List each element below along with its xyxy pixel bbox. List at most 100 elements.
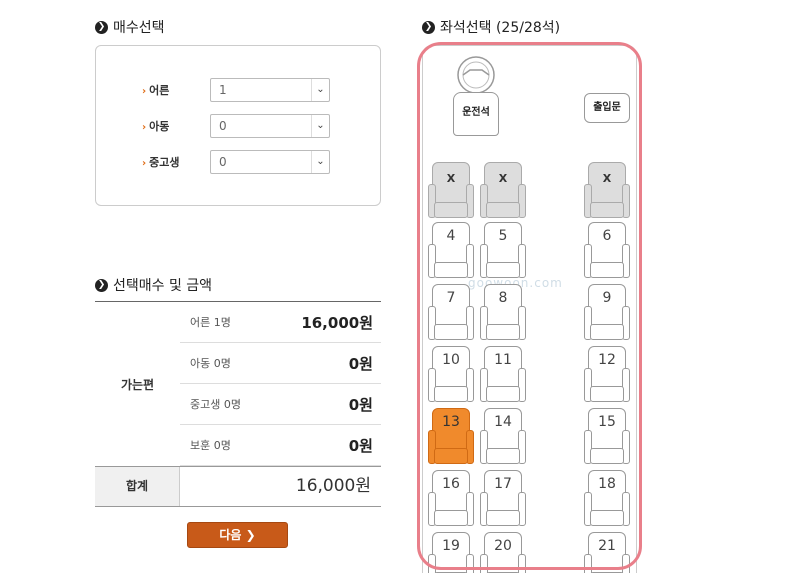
- seat-armrest: [466, 554, 474, 573]
- seat-section-title-text: 좌석선택 (25/28석): [440, 20, 561, 36]
- price-row: 어른 1명 16,000원: [180, 302, 381, 343]
- seat-8[interactable]: 8: [480, 284, 526, 342]
- seat-20[interactable]: 20: [480, 532, 526, 573]
- seat-18[interactable]: 18: [584, 470, 630, 528]
- seat-7[interactable]: 7: [428, 284, 474, 342]
- seat-armrest: [622, 554, 630, 573]
- seat-14[interactable]: 14: [480, 408, 526, 466]
- qty-row-child: › 아동 0 ⌄: [96, 114, 380, 138]
- bullet-arrow-icon: ❯: [422, 20, 435, 34]
- seat-cushion: [434, 386, 468, 402]
- bullet-arrow-icon: ❯: [95, 20, 108, 34]
- qty-label-child: › 아동: [142, 118, 169, 134]
- seat-cushion: [486, 324, 520, 340]
- seat-number: 17: [494, 476, 512, 492]
- price-section-title: ❯ 선택매수 및 금액: [95, 275, 212, 295]
- qty-label-adult: › 어른: [142, 82, 169, 98]
- seat-16[interactable]: 16: [428, 470, 474, 528]
- chevron-down-icon: ⌄: [311, 151, 329, 173]
- bullet-arrow-icon: ❯: [95, 278, 108, 292]
- seat-number: 21: [598, 538, 616, 554]
- seat-armrest: [584, 554, 592, 573]
- price-row: 보훈 0명 0원: [180, 425, 381, 466]
- seat-number: 5: [498, 228, 508, 244]
- price-row-amount: 0원: [348, 396, 373, 414]
- driver-seat: 운전석: [453, 92, 499, 136]
- price-row: 중고생 0명 0원: [180, 384, 381, 425]
- qty-select-child[interactable]: 0 ⌄: [210, 114, 330, 138]
- arrow-icon: ›: [142, 122, 147, 133]
- seat-number: 11: [494, 352, 512, 368]
- price-table: 가는편 어른 1명 16,000원 아동 0명 0원 중고생 0명 0원 보훈 …: [95, 301, 381, 507]
- seat-10[interactable]: 10: [428, 346, 474, 404]
- qty-select-adult[interactable]: 1 ⌄: [210, 78, 330, 102]
- seat-number: 4: [446, 228, 456, 244]
- seat-13[interactable]: 13: [428, 408, 474, 466]
- seat-cushion: [486, 262, 520, 278]
- seat-number: 12: [598, 352, 616, 368]
- seat-number: 7: [446, 290, 456, 306]
- seat-17[interactable]: 17: [480, 470, 526, 528]
- seat-4[interactable]: 4: [428, 222, 474, 280]
- price-row-label: 보훈 0명: [190, 439, 231, 452]
- qty-select-child-value: 0: [219, 119, 227, 133]
- seat-armrest: [518, 554, 526, 573]
- seat-5[interactable]: 5: [480, 222, 526, 280]
- seat-taken: X: [480, 162, 526, 220]
- entrance-label: 출입문: [593, 102, 621, 113]
- price-row-label: 아동 0명: [190, 357, 231, 370]
- chevron-down-icon: ⌄: [311, 115, 329, 137]
- seat-12[interactable]: 12: [584, 346, 630, 404]
- next-button[interactable]: 다음 ❯: [187, 522, 288, 548]
- seat-number: 15: [598, 414, 616, 430]
- entrance-door: 출입문: [584, 93, 630, 123]
- seat-cushion: [590, 262, 624, 278]
- qty-box: › 어른 1 ⌄ › 아동 0 ⌄ › 중고생 0 ⌄: [95, 45, 381, 206]
- qty-label-student-text: 중고생: [149, 156, 180, 169]
- price-row: 아동 0명 0원: [180, 343, 381, 384]
- seat-cushion: [486, 202, 520, 218]
- qty-select-student[interactable]: 0 ⌄: [210, 150, 330, 174]
- seat-number: 6: [602, 228, 612, 244]
- seat-cushion: [590, 324, 624, 340]
- total-amount: 16,000원: [180, 467, 381, 506]
- seat-armrest: [428, 554, 436, 573]
- seat-number: 8: [498, 290, 508, 306]
- price-row-label: 중고생 0명: [190, 398, 241, 411]
- seat-9[interactable]: 9: [584, 284, 630, 342]
- seat-cushion: [434, 324, 468, 340]
- seat-6[interactable]: 6: [584, 222, 630, 280]
- seat-19[interactable]: 19: [428, 532, 474, 573]
- qty-row-student: › 중고생 0 ⌄: [96, 150, 380, 174]
- arrow-icon: ›: [142, 86, 147, 97]
- seat-cushion: [434, 448, 468, 464]
- seat-15[interactable]: 15: [584, 408, 630, 466]
- qty-label-child-text: 아동: [149, 120, 170, 133]
- qty-select-student-value: 0: [219, 155, 227, 169]
- qty-row-adult: › 어른 1 ⌄: [96, 78, 380, 102]
- qty-select-adult-value: 1: [219, 83, 227, 97]
- price-row-amount: 0원: [348, 437, 373, 455]
- seat-cushion: [434, 202, 468, 218]
- seat-number: 20: [494, 538, 512, 554]
- seat-number: 14: [494, 414, 512, 430]
- total-label: 합계: [95, 467, 180, 506]
- seat-cushion: [486, 448, 520, 464]
- qty-label-adult-text: 어른: [149, 84, 170, 97]
- qty-label-student: › 중고생: [142, 154, 180, 170]
- steering-wheel-icon: [457, 56, 495, 94]
- seat-cushion: [590, 202, 624, 218]
- seat-cushion: [590, 510, 624, 526]
- seat-number: 9: [602, 290, 612, 306]
- seat-21[interactable]: 21: [584, 532, 630, 573]
- seat-number: 16: [442, 476, 460, 492]
- seat-number: 13: [442, 414, 460, 430]
- chevron-down-icon: ⌄: [311, 79, 329, 101]
- seat-number: X: [498, 172, 508, 185]
- driver-seat-label: 운전석: [462, 107, 490, 118]
- seat-cushion: [486, 386, 520, 402]
- qty-section-title-text: 매수선택: [113, 20, 165, 36]
- seat-armrest: [480, 554, 488, 573]
- arrow-icon: ›: [142, 158, 147, 169]
- seat-11[interactable]: 11: [480, 346, 526, 404]
